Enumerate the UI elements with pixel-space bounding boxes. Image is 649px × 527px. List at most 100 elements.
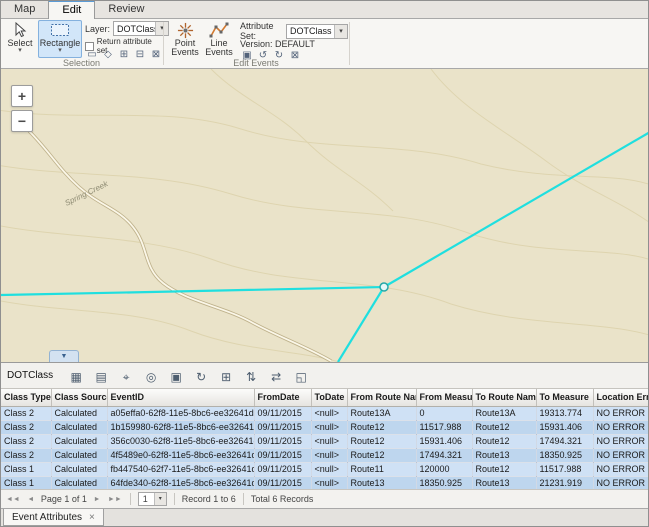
table-cell[interactable]: <null>	[311, 462, 347, 476]
tab-event-attributes[interactable]: Event Attributes ×	[3, 509, 104, 526]
table-row[interactable]: Class 2Calculated1b159980-62f8-11e5-8bc6…	[1, 420, 648, 434]
table-cell[interactable]: <null>	[311, 448, 347, 462]
table-cell[interactable]: NO ERROR	[593, 462, 648, 476]
tab-map[interactable]: Map	[1, 1, 48, 18]
table-cell[interactable]: Calculated	[51, 476, 107, 490]
table-cell[interactable]: Calculated	[51, 434, 107, 448]
table-cell[interactable]: Route12	[347, 434, 416, 448]
table-cell[interactable]: 1b159980-62f8-11e5-8bc6-ee32641d5ec9	[107, 420, 254, 434]
table-cell[interactable]: 09/11/2015	[254, 420, 311, 434]
column-header[interactable]: Location Error	[593, 389, 648, 406]
table-cell[interactable]: 18350.925	[416, 476, 472, 490]
refresh-icon[interactable]: ↻	[192, 367, 210, 385]
layer-dropdown[interactable]: DOTClass ▾	[113, 21, 169, 36]
column-header[interactable]: To Measure	[536, 389, 593, 406]
table-cell[interactable]: 09/11/2015	[254, 462, 311, 476]
table-cell[interactable]: 15931.406	[416, 434, 472, 448]
table-row[interactable]: Class 2Calculateda05effa0-62f8-11e5-8bc6…	[1, 406, 648, 420]
table-cell[interactable]: a05effa0-62f8-11e5-8bc6-ee32641d5ec9	[107, 406, 254, 420]
table-cell[interactable]: <null>	[311, 406, 347, 420]
table-cell[interactable]: 15931.406	[536, 420, 593, 434]
switch-view-icon[interactable]: ⇄	[267, 367, 285, 385]
attribute-layer-tab[interactable]: DOTClass	[7, 370, 53, 381]
route-line-northeast[interactable]	[384, 132, 648, 287]
table-row[interactable]: Class 1Calculatedfb447540-62f7-11e5-8bc6…	[1, 462, 648, 476]
column-header[interactable]: From Route Name	[347, 389, 416, 406]
column-header[interactable]: FromDate	[254, 389, 311, 406]
table-cell[interactable]: Route13	[472, 476, 536, 490]
table-row[interactable]: Class 2Calculated356c0030-62f8-11e5-8bc6…	[1, 434, 648, 448]
attribute-set-dropdown[interactable]: DOTClass ▾	[286, 24, 348, 39]
route-line-south[interactable]	[338, 287, 384, 362]
table-cell[interactable]: NO ERROR	[593, 448, 648, 462]
zoom-out-button[interactable]: −	[11, 110, 33, 132]
table-cell[interactable]: Route12	[347, 420, 416, 434]
route-junction-point[interactable]	[380, 283, 388, 291]
table-cell[interactable]: Class 2	[1, 420, 51, 434]
table-cell[interactable]: Route13A	[472, 406, 536, 420]
column-header[interactable]: From Measure	[416, 389, 472, 406]
table-cell[interactable]: 09/11/2015	[254, 476, 311, 490]
table-cell[interactable]: <null>	[311, 420, 347, 434]
add-record-icon[interactable]: ⊞	[217, 367, 235, 385]
table-cell[interactable]: NO ERROR	[593, 406, 648, 420]
table-cell[interactable]: Calculated	[51, 420, 107, 434]
previous-page-button[interactable]: ◄	[24, 492, 38, 506]
table-cell[interactable]: 21231.919	[536, 476, 593, 490]
table-cell[interactable]: Class 2	[1, 406, 51, 420]
table-cell[interactable]: Route12	[472, 420, 536, 434]
table-cell[interactable]: Route13A	[347, 406, 416, 420]
table-cell[interactable]: 356c0030-62f8-11e5-8bc6-ee32641d5ec9	[107, 434, 254, 448]
zoom-in-button[interactable]: +	[11, 85, 33, 107]
line-events-button[interactable]: Line Events	[203, 20, 235, 58]
table-cell[interactable]: <null>	[311, 476, 347, 490]
table-cell[interactable]: Route12	[472, 462, 536, 476]
table-cell[interactable]: 11517.988	[536, 462, 593, 476]
table-cell[interactable]: 120000	[416, 462, 472, 476]
close-icon[interactable]: ×	[89, 512, 95, 523]
panel-collapse-button[interactable]: ▼	[49, 350, 79, 362]
column-header[interactable]: ToDate	[311, 389, 347, 406]
table-cell[interactable]: 09/11/2015	[254, 406, 311, 420]
point-events-button[interactable]: Point Events	[169, 20, 201, 58]
pan-to-selection-icon[interactable]: ◎	[142, 367, 160, 385]
tab-edit[interactable]: Edit	[48, 0, 95, 19]
column-header[interactable]: Class Type	[1, 389, 51, 406]
table-cell[interactable]: 64fde340-62f8-11e5-8bc6-ee32641d5ec9	[107, 476, 254, 490]
table-cell[interactable]: Route13	[472, 448, 536, 462]
table-cell[interactable]: Route13	[347, 476, 416, 490]
table-cell[interactable]: fb447540-62f7-11e5-8bc6-ee32641d5ec9	[107, 462, 254, 476]
table-grid-icon[interactable]: ▦	[67, 367, 85, 385]
column-header[interactable]: To Route Name	[472, 389, 536, 406]
column-header[interactable]: Class Source	[51, 389, 107, 406]
table-cell[interactable]: Class 2	[1, 434, 51, 448]
table-cell[interactable]: NO ERROR	[593, 420, 648, 434]
map-canvas[interactable]: Spring Creek + − ▼	[1, 69, 648, 362]
table-cell[interactable]: Route11	[347, 462, 416, 476]
table-cell[interactable]: NO ERROR	[593, 434, 648, 448]
table-cell[interactable]: 09/11/2015	[254, 434, 311, 448]
table-cell[interactable]: Calculated	[51, 406, 107, 420]
route-line-west[interactable]	[1, 287, 384, 295]
select-button[interactable]: Select ▾	[4, 20, 36, 58]
table-cell[interactable]: 17494.321	[536, 434, 593, 448]
last-page-button[interactable]: ►►	[107, 492, 123, 506]
sort-icon[interactable]: ⇅	[242, 367, 260, 385]
expand-panel-icon[interactable]: ◱	[292, 367, 310, 385]
page-number-spinner[interactable]: 1 ▾	[138, 492, 167, 506]
table-cell[interactable]: Class 1	[1, 462, 51, 476]
table-cell[interactable]: <null>	[311, 434, 347, 448]
table-cell[interactable]: Route12	[472, 434, 536, 448]
rectangle-select-button[interactable]: Rectangle ▾	[38, 20, 82, 58]
tab-review[interactable]: Review	[95, 1, 157, 18]
save-icon[interactable]: ▣	[167, 367, 185, 385]
table-cell[interactable]: 18350.925	[536, 448, 593, 462]
table-row[interactable]: Class 2Calculated4f5489e0-62f8-11e5-8bc6…	[1, 448, 648, 462]
column-header[interactable]: EventID	[107, 389, 254, 406]
table-cell[interactable]: Calculated	[51, 462, 107, 476]
next-page-button[interactable]: ►	[90, 492, 104, 506]
table-cell[interactable]: 0	[416, 406, 472, 420]
table-cell[interactable]: 19313.774	[536, 406, 593, 420]
table-cell[interactable]: 11517.988	[416, 420, 472, 434]
table-cell[interactable]: Class 2	[1, 448, 51, 462]
